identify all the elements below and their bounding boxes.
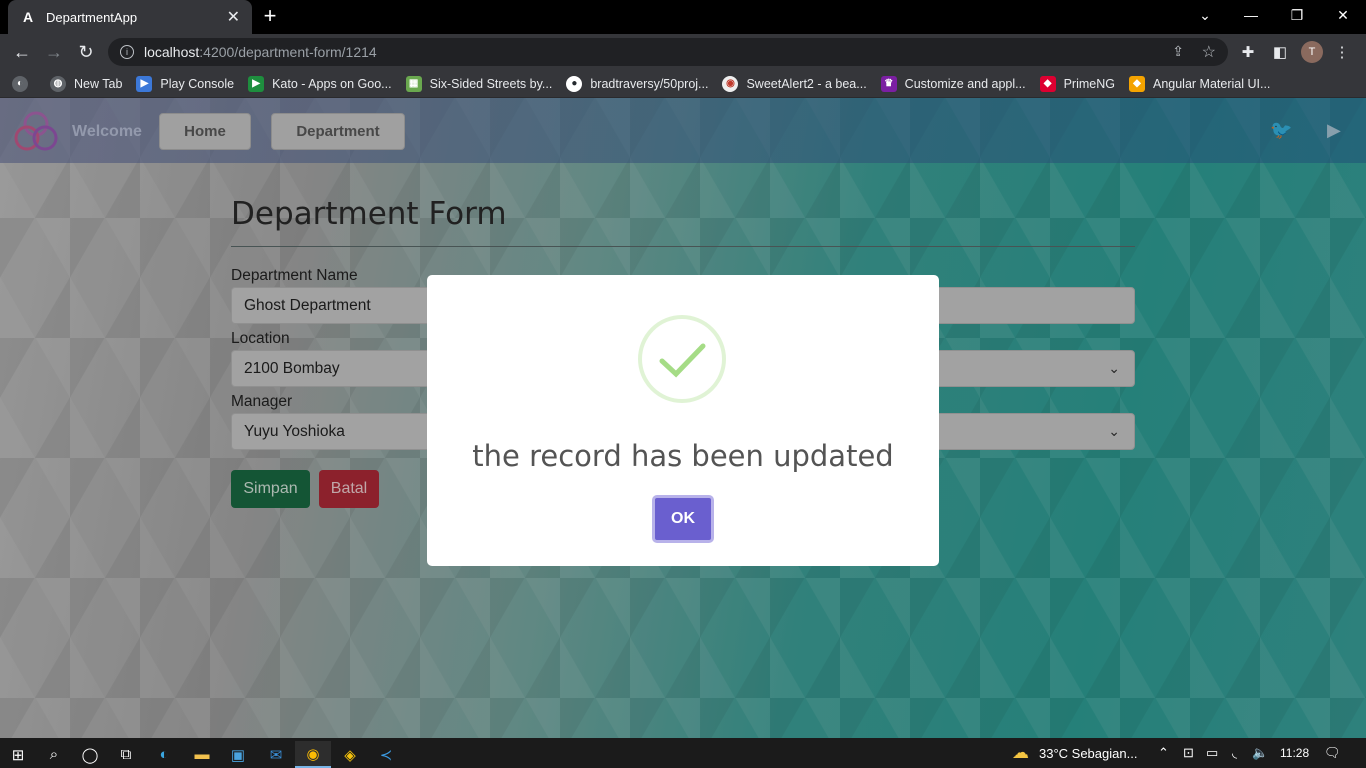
- task-view-icon[interactable]: ⧉: [108, 741, 144, 768]
- store-icon[interactable]: ▣: [220, 741, 256, 768]
- volume-icon[interactable]: 🔈: [1252, 738, 1268, 768]
- restore-button[interactable]: ❐: [1274, 0, 1320, 30]
- dialog-message: the record has been updated: [472, 439, 894, 473]
- chrome-icon[interactable]: ◉: [295, 741, 331, 768]
- mail-icon[interactable]: ✉: [258, 741, 294, 768]
- bookmark-8[interactable]: ◆ Angular Material UI...: [1128, 75, 1270, 92]
- close-icon[interactable]: ✕: [227, 7, 240, 27]
- angular-icon: A: [22, 9, 34, 25]
- window-close-button[interactable]: ✕: [1320, 0, 1366, 30]
- globe-icon: ◍: [50, 75, 66, 92]
- play-store-icon: ▶: [248, 75, 265, 92]
- bookmark-3[interactable]: ▦ Six-Sided Streets by...: [405, 75, 552, 92]
- browser-tab[interactable]: A DepartmentApp ✕: [8, 0, 252, 34]
- windows-start-icon[interactable]: ⊞: [0, 741, 36, 768]
- apps-icon[interactable]: ◐: [12, 75, 36, 92]
- bookmark-1[interactable]: ▶ Play Console: [136, 75, 234, 92]
- taskbar: ⊞ ⌕ ◯ ⧉ ◐ ▬ ▣ ✉ ◉ ◈ ≺ ☁ 33°C Sebagian...…: [0, 738, 1366, 768]
- angular-material-icon: ◆: [1128, 75, 1145, 92]
- weather-widget[interactable]: ☁ 33°C Sebagian...: [1012, 738, 1137, 768]
- new-tab-button[interactable]: +: [258, 5, 282, 29]
- bookmark-star-icon[interactable]: ☆: [1202, 42, 1216, 62]
- tab-strip: A DepartmentApp ✕ + ⌄ — ❐ ✕: [0, 0, 1366, 34]
- battery-icon[interactable]: ▭: [1206, 738, 1218, 768]
- bookmark-5[interactable]: ◉ SweetAlert2 - a bea...: [722, 75, 867, 92]
- vscode-icon[interactable]: ≺: [368, 741, 404, 768]
- success-icon: [638, 315, 726, 403]
- site-info-icon[interactable]: i: [120, 45, 134, 59]
- play-console-icon: ▶: [136, 75, 153, 92]
- minimize-button[interactable]: —: [1228, 0, 1274, 30]
- tab-title: DepartmentApp: [46, 9, 138, 25]
- bookmarks-bar: ◐ ◍ New Tab ▶ Play Console ▶ Kato - Apps on…: [0, 70, 1366, 98]
- notification-icon[interactable]: 🗨: [1324, 738, 1341, 768]
- bookmark-7[interactable]: ◆ PrimeNG: [1039, 75, 1115, 92]
- weather-icon: ☁: [1012, 743, 1029, 762]
- reload-icon[interactable]: ↻: [74, 40, 98, 64]
- extensions-icon[interactable]: ✚: [1238, 42, 1258, 62]
- back-icon[interactable]: ←: [10, 40, 34, 64]
- browser-toolbar: ← → ↻ i localhost:4200/department-form/1…: [0, 34, 1366, 70]
- url-path: :4200/department-form/1214: [199, 44, 377, 60]
- wifi-icon[interactable]: ◟: [1232, 738, 1237, 768]
- github-icon: ●: [566, 75, 583, 92]
- tray-chevron-icon[interactable]: ⌃: [1158, 738, 1169, 768]
- side-panel-icon[interactable]: ◧: [1270, 42, 1290, 62]
- tab-search-icon[interactable]: ⌄: [1182, 0, 1228, 30]
- menu-icon[interactable]: ⋮: [1332, 42, 1352, 62]
- cortana-icon[interactable]: ◯: [72, 741, 108, 768]
- bookmark-2[interactable]: ▶ Kato - Apps on Goo...: [248, 75, 392, 92]
- bookmark-6[interactable]: ♛ Customize and appl...: [880, 75, 1026, 92]
- bookmark-4[interactable]: ● bradtraversy/50proj...: [566, 75, 708, 92]
- profile-avatar[interactable]: T: [1301, 41, 1323, 63]
- ok-button[interactable]: OK: [652, 495, 714, 543]
- sweetalert-icon: ◉: [722, 75, 739, 92]
- address-bar[interactable]: i localhost:4200/department-form/1214 ⇪ …: [108, 38, 1228, 66]
- forward-icon[interactable]: →: [42, 40, 66, 64]
- edge-icon[interactable]: ◐: [146, 741, 182, 768]
- crown-icon: ♛: [880, 75, 897, 92]
- meet-now-icon[interactable]: ⊡: [1183, 738, 1194, 768]
- search-icon[interactable]: ⌕: [36, 741, 72, 768]
- success-dialog: the record has been updated OK: [427, 275, 939, 566]
- streets-icon: ▦: [405, 75, 422, 92]
- clock[interactable]: 11:28: [1280, 738, 1309, 768]
- bookmark-0[interactable]: ◍ New Tab: [50, 75, 122, 92]
- url-host: localhost: [144, 44, 200, 60]
- primeng-icon: ◆: [1039, 75, 1056, 92]
- file-explorer-icon[interactable]: ▬: [184, 741, 220, 768]
- share-icon[interactable]: ⇪: [1172, 43, 1184, 60]
- app-icon[interactable]: ◈: [332, 741, 368, 768]
